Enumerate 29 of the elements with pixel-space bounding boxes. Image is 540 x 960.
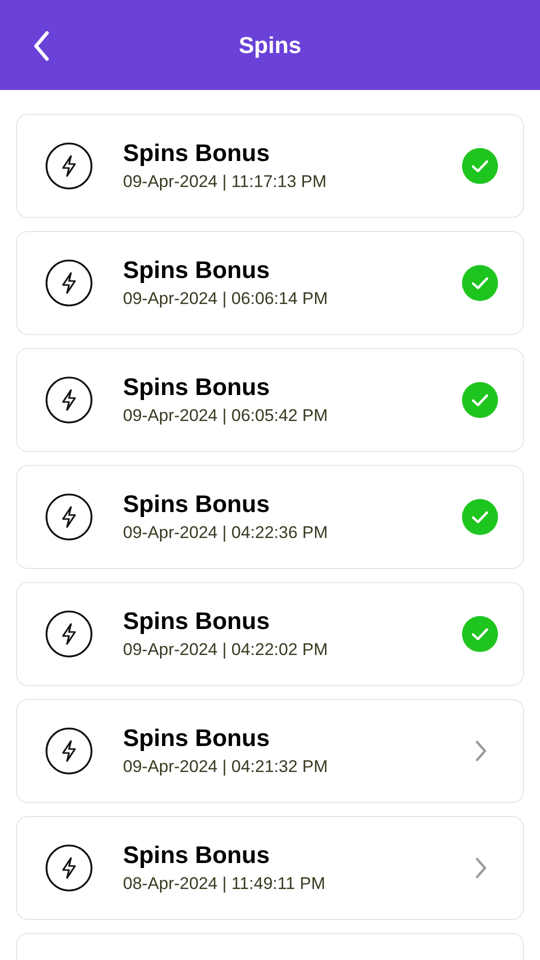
lightning-icon [45, 844, 93, 892]
lightning-icon [45, 610, 93, 658]
entry-timestamp: 09-Apr-2024 | 06:06:14 PM [123, 289, 329, 309]
entry-title: Spins Bonus [123, 491, 271, 519]
entry-timestamp: 09-Apr-2024 | 04:22:36 PM [123, 523, 329, 543]
spin-entry-card[interactable]: Spins Bonus 09-Apr-2024 | 04:21:32 PM [16, 699, 524, 803]
entry-title: Spins Bonus [123, 842, 271, 870]
entry-timestamp: 09-Apr-2024 | 06:05:42 PM [123, 406, 329, 426]
spin-entry-card[interactable]: Spins Bonus 09-Apr-2024 | 04:22:02 PM [16, 582, 524, 686]
lightning-icon [45, 142, 93, 190]
spin-entry-card[interactable]: Spins Bonus 08-Apr-2024 | 11:49:11 PM [16, 816, 524, 920]
entry-title: Spins Bonus [123, 374, 271, 402]
spin-entry-card[interactable]: Spins Bonus 09-Apr-2024 | 04:22:36 PM [16, 465, 524, 569]
entry-timestamp: 09-Apr-2024 | 04:21:32 PM [123, 757, 329, 777]
lightning-icon [45, 376, 93, 424]
entry-title: Spins Bonus [123, 608, 271, 636]
lightning-icon [45, 727, 93, 775]
lightning-icon [45, 259, 93, 307]
entry-title: Spins Bonus [123, 725, 271, 753]
entry-timestamp: 08-Apr-2024 | 11:49:11 PM [123, 874, 326, 894]
spin-entry-card[interactable]: Spins Bonus 09-Apr-2024 | 11:17:13 PM [16, 114, 524, 218]
screen-title: Spins [238, 32, 302, 58]
spin-entry-card[interactable]: Spins Bonus 09-Apr-2024 | 06:06:14 PM [16, 231, 524, 335]
entry-timestamp: 09-Apr-2024 | 11:17:13 PM [123, 172, 328, 192]
entry-timestamp: 09-Apr-2024 | 04:22:02 PM [123, 640, 329, 660]
entry-title: Spins Bonus [123, 140, 271, 168]
spin-entry-card[interactable]: Spins Bonus 09-Apr-2024 | 06:05:42 PM [16, 348, 524, 452]
entry-title: Spins Bonus [123, 257, 271, 285]
lightning-icon [45, 493, 93, 541]
